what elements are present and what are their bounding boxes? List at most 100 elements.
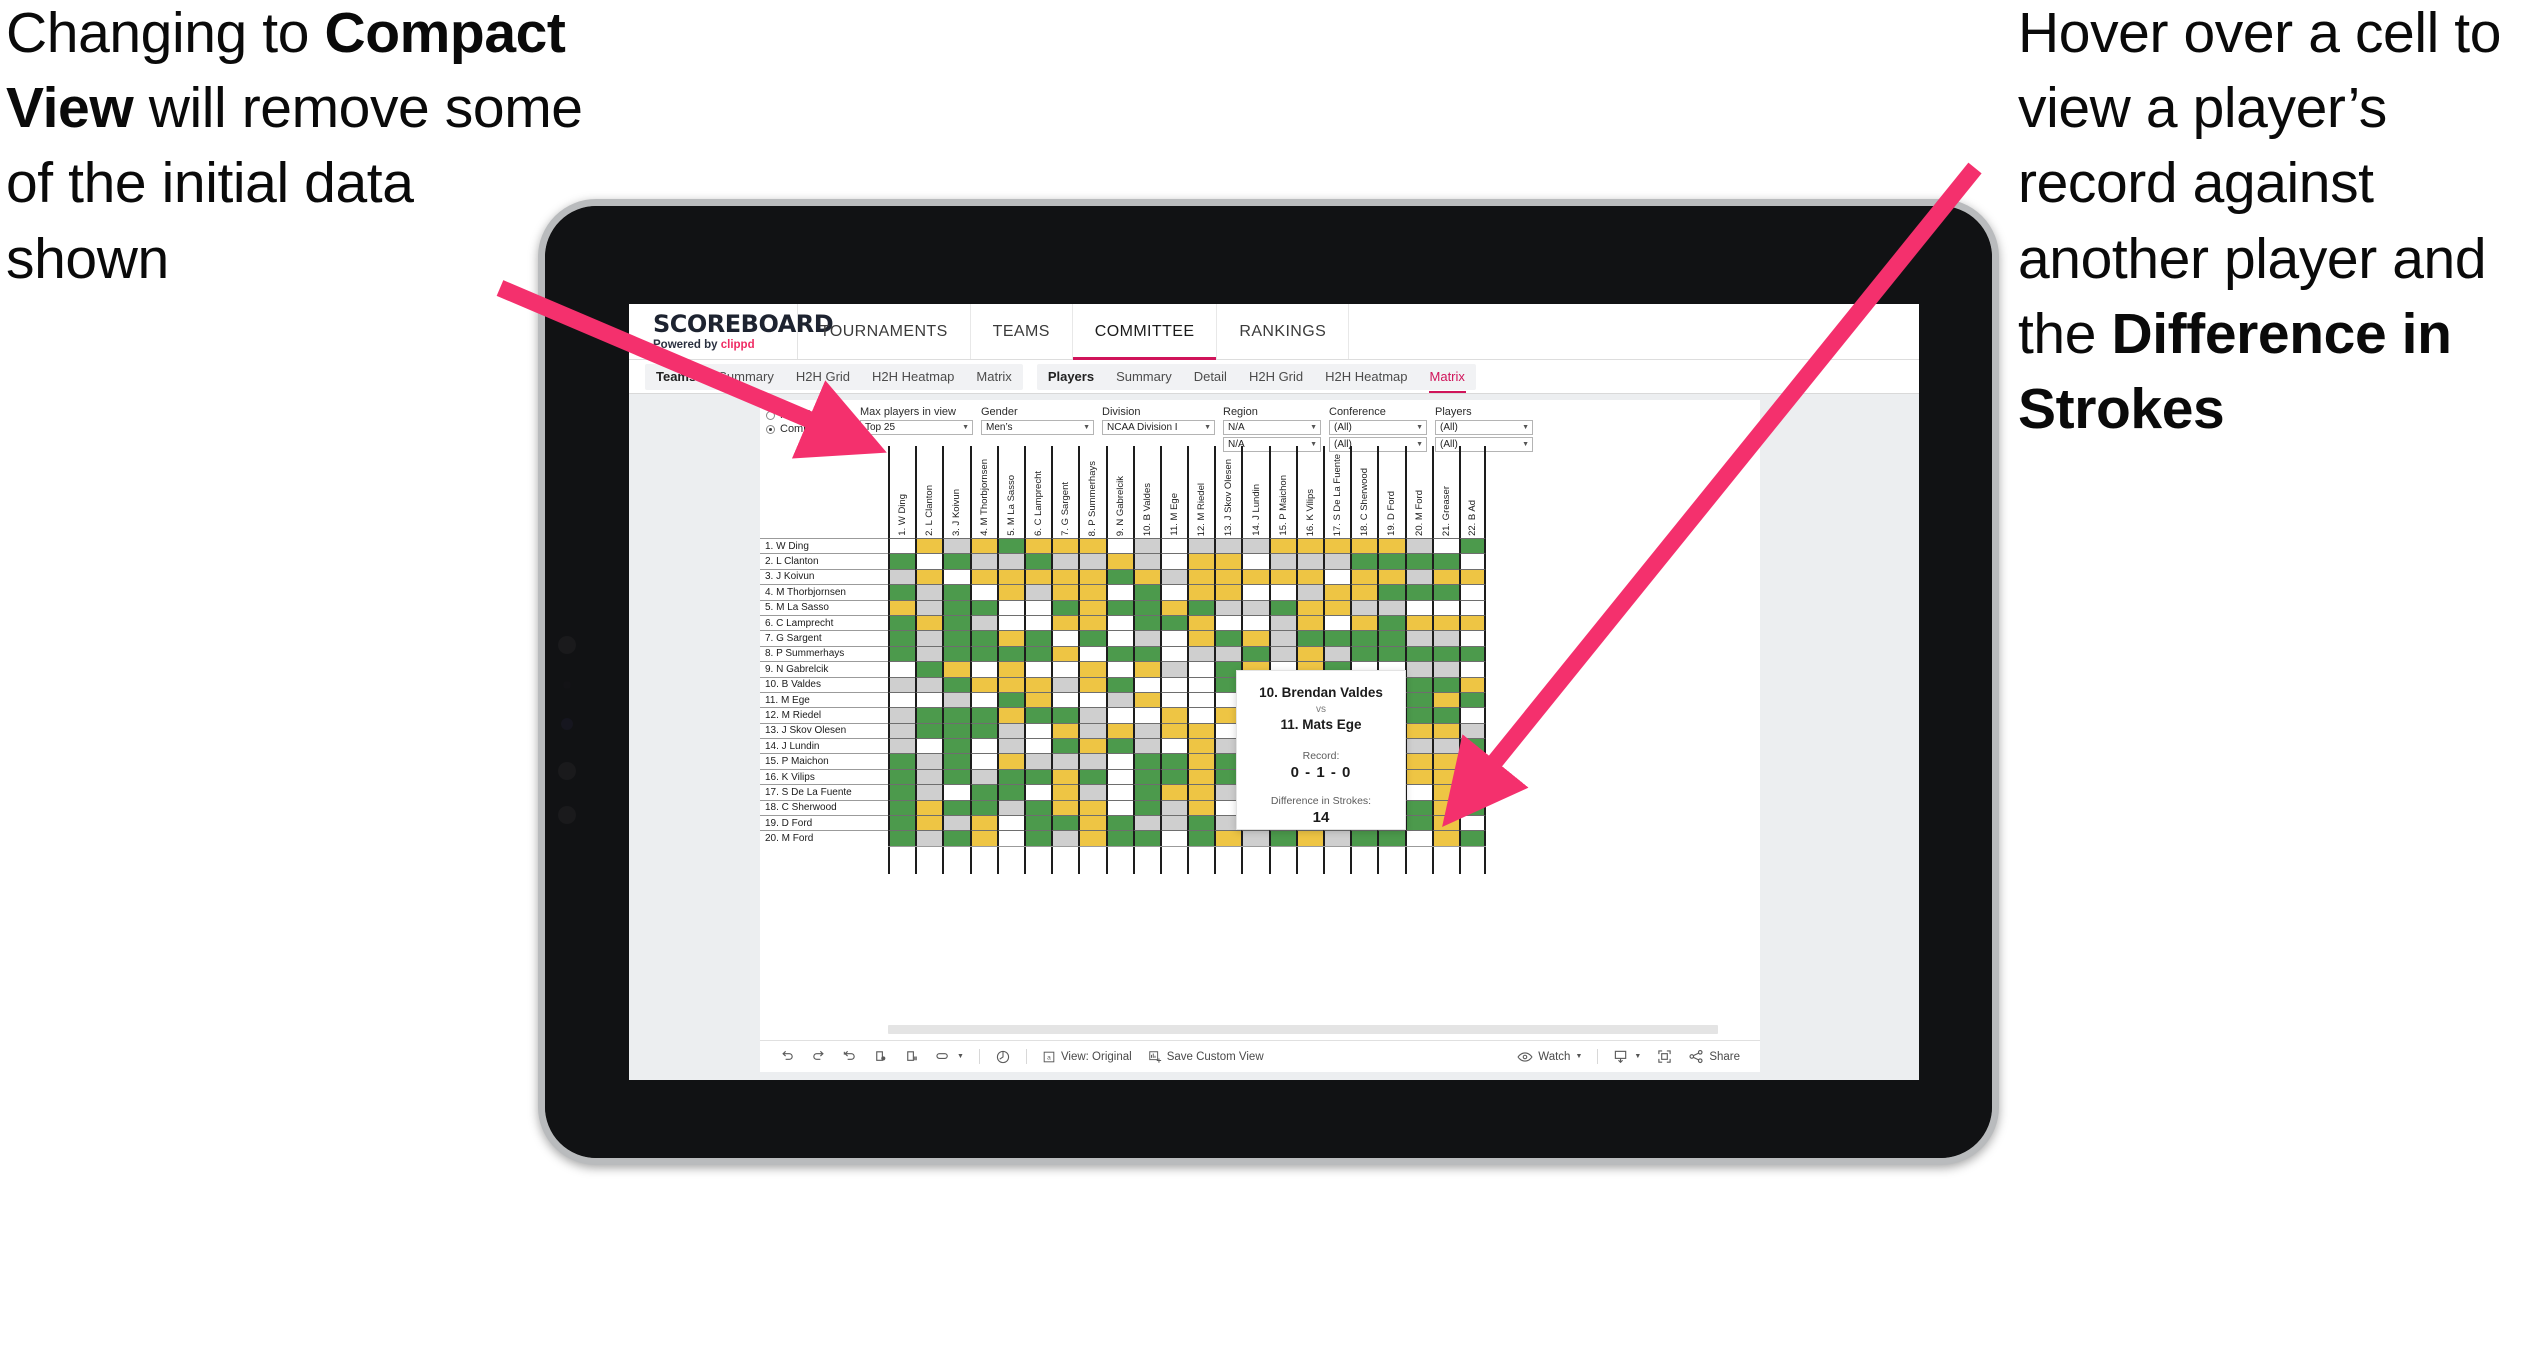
matrix-cell[interactable] xyxy=(1105,815,1133,831)
matrix-cell[interactable] xyxy=(1187,645,1215,662)
matrix-cell[interactable] xyxy=(1023,553,1052,569)
matrix-cell[interactable] xyxy=(915,661,943,677)
matrix-cell[interactable] xyxy=(996,768,1024,785)
matrix-cell[interactable] xyxy=(888,538,916,554)
matrix-cell[interactable] xyxy=(1458,630,1487,646)
matrix-cell[interactable] xyxy=(1295,645,1323,662)
matrix-cell[interactable] xyxy=(1214,584,1242,600)
matrix-cell[interactable] xyxy=(969,584,997,600)
matrix-cell[interactable] xyxy=(915,553,943,569)
matrix-cell[interactable] xyxy=(1051,799,1079,816)
matrix-cell[interactable] xyxy=(1023,630,1052,646)
matrix-cell[interactable] xyxy=(888,738,916,754)
matrix-cell[interactable] xyxy=(888,768,916,785)
matrix-cell[interactable] xyxy=(1241,630,1269,646)
matrix-cell[interactable] xyxy=(1023,691,1052,708)
matrix-cell[interactable] xyxy=(1268,630,1296,646)
matrix-cell[interactable] xyxy=(1132,753,1160,769)
matrix-cell[interactable] xyxy=(1458,768,1487,785)
matrix-cell[interactable] xyxy=(1404,599,1432,615)
matrix-cell[interactable] xyxy=(942,830,970,846)
matrix-cell[interactable] xyxy=(1187,784,1215,800)
matrix-cell[interactable] xyxy=(1105,707,1133,723)
matrix-cell[interactable] xyxy=(1105,738,1133,754)
matrix-cell[interactable] xyxy=(1105,784,1133,800)
matrix-cell[interactable] xyxy=(1268,584,1296,600)
matrix-cell[interactable] xyxy=(1404,538,1432,554)
matrix-cell[interactable] xyxy=(888,553,916,569)
matrix-cell[interactable] xyxy=(1159,676,1188,692)
matrix-cell[interactable] xyxy=(1187,676,1215,692)
matrix-cell[interactable] xyxy=(942,815,970,831)
matrix-cell[interactable] xyxy=(1458,691,1487,708)
revert-button[interactable] xyxy=(834,1049,865,1064)
matrix-cell[interactable] xyxy=(942,691,970,708)
matrix-cell[interactable] xyxy=(1078,768,1106,785)
matrix-cell[interactable] xyxy=(969,538,997,554)
matrix-cell[interactable] xyxy=(915,538,943,554)
matrix-cell[interactable] xyxy=(1078,784,1106,800)
matrix-cell[interactable] xyxy=(1431,630,1459,646)
matrix-cell[interactable] xyxy=(1159,799,1188,816)
matrix-cell[interactable] xyxy=(1159,707,1188,723)
matrix-cell[interactable] xyxy=(1241,830,1269,846)
matrix-cell[interactable] xyxy=(996,830,1024,846)
filter-max-players-select[interactable]: Top 25 ▼ xyxy=(860,420,973,435)
matrix-cell[interactable] xyxy=(942,768,970,785)
subnav-teams-h2h-heatmap[interactable]: H2H Heatmap xyxy=(861,364,965,390)
matrix-cell[interactable] xyxy=(1404,768,1432,785)
matrix-cell[interactable] xyxy=(1323,538,1351,554)
matrix-cell[interactable] xyxy=(1431,738,1459,754)
matrix-cell[interactable] xyxy=(915,645,943,662)
matrix-cell[interactable] xyxy=(1323,599,1351,615)
matrix-cell[interactable] xyxy=(1323,568,1351,585)
matrix-cell[interactable] xyxy=(888,645,916,662)
matrix-cell[interactable] xyxy=(915,799,943,816)
matrix-cell[interactable] xyxy=(1350,538,1378,554)
matrix-cell[interactable] xyxy=(1295,538,1323,554)
matrix-cell[interactable] xyxy=(1105,538,1133,554)
matrix-cell[interactable] xyxy=(1078,691,1106,708)
matrix-cell[interactable] xyxy=(1132,768,1160,785)
matrix-cell[interactable] xyxy=(1458,538,1487,554)
matrix-cell[interactable] xyxy=(1323,584,1351,600)
matrix-cell[interactable] xyxy=(1241,553,1269,569)
matrix-cell[interactable] xyxy=(1159,768,1188,785)
help-button[interactable] xyxy=(987,1049,1019,1065)
subnav-teams-summary[interactable]: Summary xyxy=(707,364,785,390)
matrix-cell[interactable] xyxy=(1023,799,1052,816)
matrix-cell[interactable] xyxy=(1404,784,1432,800)
matrix-cell[interactable] xyxy=(1431,768,1459,785)
matrix-cell[interactable] xyxy=(1431,599,1459,615)
matrix-cell[interactable] xyxy=(888,676,916,692)
download-button[interactable]: ▼ xyxy=(1605,1049,1649,1064)
matrix-cell[interactable] xyxy=(1187,738,1215,754)
matrix-cell[interactable] xyxy=(1132,691,1160,708)
matrix-cell[interactable] xyxy=(969,738,997,754)
matrix-cell[interactable] xyxy=(1105,830,1133,846)
matrix-cell[interactable] xyxy=(1241,645,1269,662)
matrix-cell[interactable] xyxy=(1377,584,1405,600)
matrix-cell[interactable] xyxy=(888,753,916,769)
matrix-cell[interactable] xyxy=(915,722,943,739)
matrix-cell[interactable] xyxy=(969,614,997,631)
matrix-cell[interactable] xyxy=(1458,661,1487,677)
matrix-cell[interactable] xyxy=(915,830,943,846)
matrix-cell[interactable] xyxy=(1023,676,1052,692)
device-preview-dropdown[interactable]: ▼ xyxy=(927,1049,972,1064)
matrix-cell[interactable] xyxy=(1295,584,1323,600)
matrix-cell[interactable] xyxy=(915,614,943,631)
matrix-cell[interactable] xyxy=(888,722,916,739)
horizontal-scrollbar[interactable] xyxy=(888,1025,1718,1034)
topnav-item-rankings[interactable]: RANKINGS xyxy=(1217,304,1350,359)
matrix-cell[interactable] xyxy=(1431,676,1459,692)
matrix-cell[interactable] xyxy=(942,676,970,692)
matrix-cell[interactable] xyxy=(1431,538,1459,554)
radio-compact-view[interactable]: Compact View xyxy=(766,422,860,436)
matrix-cell[interactable] xyxy=(1078,538,1106,554)
matrix-cell[interactable] xyxy=(1458,815,1487,831)
matrix-cell[interactable] xyxy=(1458,753,1487,769)
matrix-cell[interactable] xyxy=(942,707,970,723)
matrix-cell[interactable] xyxy=(996,784,1024,800)
matrix-cell[interactable] xyxy=(969,599,997,615)
